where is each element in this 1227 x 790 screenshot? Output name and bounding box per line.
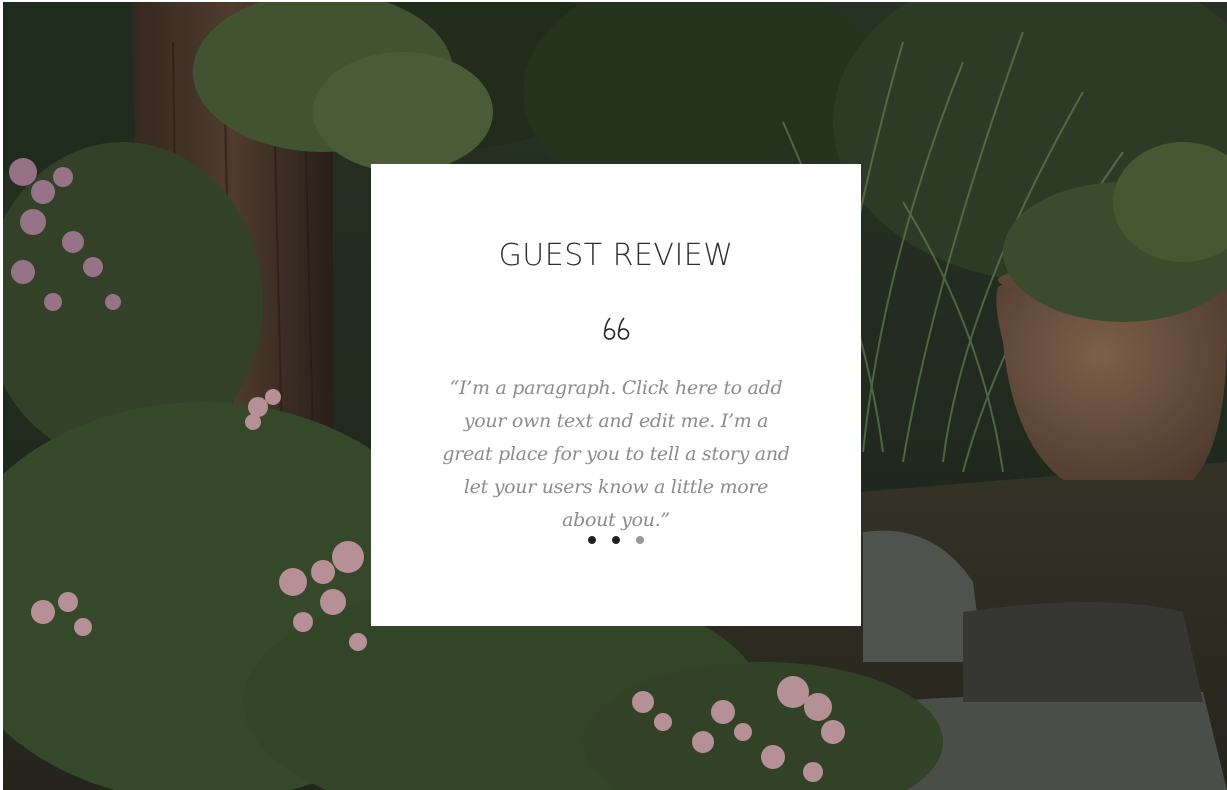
slide-pagination — [371, 534, 861, 546]
guest-review-card: GUEST REVIEW “I’m a paragraph. Click her… — [371, 164, 861, 626]
slide-dot-1[interactable] — [588, 536, 596, 544]
review-paragraph[interactable]: “I’m a paragraph. Click here to add your… — [441, 372, 791, 537]
slide-dot-2[interactable] — [612, 536, 620, 544]
quote-mark-icon — [603, 317, 630, 340]
slide-dot-3[interactable] — [636, 536, 644, 544]
review-title: GUEST REVIEW — [498, 238, 734, 273]
garden-background-image: GUEST REVIEW “I’m a paragraph. Click her… — [3, 2, 1227, 790]
